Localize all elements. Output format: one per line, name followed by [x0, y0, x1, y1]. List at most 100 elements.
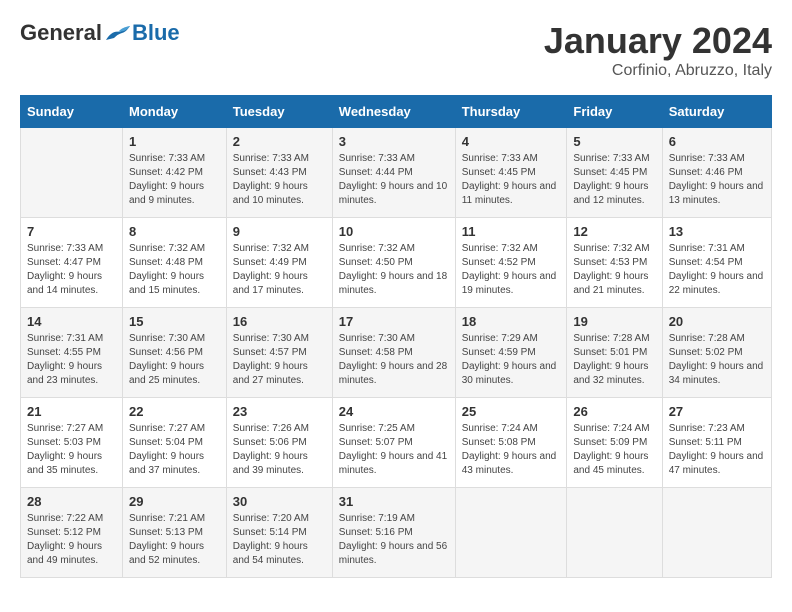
logo-bird-icon — [104, 22, 132, 44]
day-number: 29 — [129, 494, 220, 509]
title-block: January 2024 Corfinio, Abruzzo, Italy — [544, 20, 772, 80]
weekday-header-saturday: Saturday — [662, 96, 771, 128]
day-info: Sunrise: 7:20 AM Sunset: 5:14 PM Dayligh… — [233, 512, 326, 568]
day-info: Sunrise: 7:33 AM Sunset: 4:43 PM Dayligh… — [233, 152, 326, 208]
calendar-cell: 25 Sunrise: 7:24 AM Sunset: 5:08 PM Dayli… — [455, 398, 567, 488]
day-number: 30 — [233, 494, 326, 509]
calendar-week-row: 21 Sunrise: 7:27 AM Sunset: 5:03 PM Dayli… — [21, 398, 772, 488]
day-info: Sunrise: 7:33 AM Sunset: 4:44 PM Dayligh… — [339, 152, 449, 208]
day-info: Sunrise: 7:29 AM Sunset: 4:59 PM Dayligh… — [462, 332, 561, 388]
weekday-header-friday: Friday — [567, 96, 662, 128]
day-number: 21 — [27, 404, 116, 419]
calendar-cell: 17 Sunrise: 7:30 AM Sunset: 4:58 PM Dayli… — [332, 308, 455, 398]
logo: General Blue — [20, 20, 180, 46]
day-number: 27 — [669, 404, 765, 419]
day-info: Sunrise: 7:31 AM Sunset: 4:54 PM Dayligh… — [669, 242, 765, 298]
day-number: 18 — [462, 314, 561, 329]
day-info: Sunrise: 7:31 AM Sunset: 4:55 PM Dayligh… — [27, 332, 116, 388]
weekday-header-sunday: Sunday — [21, 96, 123, 128]
calendar-cell: 5Sunrise: 7:33 AM Sunset: 4:45 PM Daylig… — [567, 128, 662, 218]
calendar-cell: 21 Sunrise: 7:27 AM Sunset: 5:03 PM Dayli… — [21, 398, 123, 488]
calendar-cell: 1 Sunrise: 7:33 AM Sunset: 4:42 PM Daylig… — [122, 128, 226, 218]
day-number: 3 — [339, 134, 449, 149]
calendar-week-row: 14 Sunrise: 7:31 AM Sunset: 4:55 PM Dayli… — [21, 308, 772, 398]
calendar-cell: 27 Sunrise: 7:23 AM Sunset: 5:11 PM Dayli… — [662, 398, 771, 488]
calendar-week-row: 7Sunrise: 7:33 AM Sunset: 4:47 PM Daylig… — [21, 218, 772, 308]
calendar-cell: 19Sunrise: 7:28 AM Sunset: 5:01 PM Dayli… — [567, 308, 662, 398]
day-info: Sunrise: 7:24 AM Sunset: 5:08 PM Dayligh… — [462, 422, 561, 478]
day-number: 8 — [129, 224, 220, 239]
day-info: Sunrise: 7:32 AM Sunset: 4:49 PM Dayligh… — [233, 242, 326, 298]
calendar-cell: 10 Sunrise: 7:32 AM Sunset: 4:50 PM Dayli… — [332, 218, 455, 308]
day-info: Sunrise: 7:32 AM Sunset: 4:50 PM Dayligh… — [339, 242, 449, 298]
day-number: 11 — [462, 224, 561, 239]
calendar-cell: 15 Sunrise: 7:30 AM Sunset: 4:56 PM Dayli… — [122, 308, 226, 398]
day-number: 22 — [129, 404, 220, 419]
calendar-cell: 6 Sunrise: 7:33 AM Sunset: 4:46 PM Daylig… — [662, 128, 771, 218]
location-text: Corfinio, Abruzzo, Italy — [544, 62, 772, 80]
calendar-cell — [21, 128, 123, 218]
day-number: 25 — [462, 404, 561, 419]
calendar-cell: 22Sunrise: 7:27 AM Sunset: 5:04 PM Dayli… — [122, 398, 226, 488]
weekday-header-row: SundayMondayTuesdayWednesdayThursdayFrid… — [21, 96, 772, 128]
day-number: 24 — [339, 404, 449, 419]
day-number: 7 — [27, 224, 116, 239]
day-number: 31 — [339, 494, 449, 509]
calendar-cell: 31 Sunrise: 7:19 AM Sunset: 5:16 PM Dayli… — [332, 488, 455, 578]
page-header: General Blue January 2024 Corfinio, Abru… — [20, 20, 772, 80]
day-number: 10 — [339, 224, 449, 239]
calendar-cell: 14 Sunrise: 7:31 AM Sunset: 4:55 PM Dayli… — [21, 308, 123, 398]
day-info: Sunrise: 7:30 AM Sunset: 4:58 PM Dayligh… — [339, 332, 449, 388]
day-number: 5 — [573, 134, 655, 149]
calendar-cell — [455, 488, 567, 578]
calendar-cell: 13Sunrise: 7:31 AM Sunset: 4:54 PM Dayli… — [662, 218, 771, 308]
day-info: Sunrise: 7:19 AM Sunset: 5:16 PM Dayligh… — [339, 512, 449, 568]
day-number: 17 — [339, 314, 449, 329]
day-number: 23 — [233, 404, 326, 419]
day-info: Sunrise: 7:23 AM Sunset: 5:11 PM Dayligh… — [669, 422, 765, 478]
calendar-cell: 16Sunrise: 7:30 AM Sunset: 4:57 PM Dayli… — [226, 308, 332, 398]
day-number: 14 — [27, 314, 116, 329]
day-info: Sunrise: 7:24 AM Sunset: 5:09 PM Dayligh… — [573, 422, 655, 478]
day-info: Sunrise: 7:32 AM Sunset: 4:48 PM Dayligh… — [129, 242, 220, 298]
month-title: January 2024 — [544, 20, 772, 62]
day-number: 6 — [669, 134, 765, 149]
calendar-cell: 3 Sunrise: 7:33 AM Sunset: 4:44 PM Daylig… — [332, 128, 455, 218]
day-info: Sunrise: 7:27 AM Sunset: 5:03 PM Dayligh… — [27, 422, 116, 478]
day-info: Sunrise: 7:28 AM Sunset: 5:01 PM Dayligh… — [573, 332, 655, 388]
day-number: 4 — [462, 134, 561, 149]
day-info: Sunrise: 7:26 AM Sunset: 5:06 PM Dayligh… — [233, 422, 326, 478]
calendar-week-row: 28Sunrise: 7:22 AM Sunset: 5:12 PM Dayli… — [21, 488, 772, 578]
calendar-cell: 2 Sunrise: 7:33 AM Sunset: 4:43 PM Daylig… — [226, 128, 332, 218]
calendar-cell: 30 Sunrise: 7:20 AM Sunset: 5:14 PM Dayli… — [226, 488, 332, 578]
calendar-cell: 23 Sunrise: 7:26 AM Sunset: 5:06 PM Dayli… — [226, 398, 332, 488]
calendar-cell — [662, 488, 771, 578]
weekday-header-tuesday: Tuesday — [226, 96, 332, 128]
day-number: 1 — [129, 134, 220, 149]
day-info: Sunrise: 7:32 AM Sunset: 4:52 PM Dayligh… — [462, 242, 561, 298]
calendar-cell: 28Sunrise: 7:22 AM Sunset: 5:12 PM Dayli… — [21, 488, 123, 578]
calendar-cell: 7Sunrise: 7:33 AM Sunset: 4:47 PM Daylig… — [21, 218, 123, 308]
calendar-cell: 24Sunrise: 7:25 AM Sunset: 5:07 PM Dayli… — [332, 398, 455, 488]
day-info: Sunrise: 7:33 AM Sunset: 4:45 PM Dayligh… — [462, 152, 561, 208]
calendar-cell: 11 Sunrise: 7:32 AM Sunset: 4:52 PM Dayli… — [455, 218, 567, 308]
calendar-cell: 20Sunrise: 7:28 AM Sunset: 5:02 PM Dayli… — [662, 308, 771, 398]
calendar-table: SundayMondayTuesdayWednesdayThursdayFrid… — [20, 95, 772, 578]
day-info: Sunrise: 7:30 AM Sunset: 4:56 PM Dayligh… — [129, 332, 220, 388]
day-number: 2 — [233, 134, 326, 149]
day-number: 15 — [129, 314, 220, 329]
day-info: Sunrise: 7:33 AM Sunset: 4:42 PM Dayligh… — [129, 152, 220, 208]
weekday-header-thursday: Thursday — [455, 96, 567, 128]
day-number: 9 — [233, 224, 326, 239]
day-info: Sunrise: 7:21 AM Sunset: 5:13 PM Dayligh… — [129, 512, 220, 568]
day-info: Sunrise: 7:33 AM Sunset: 4:46 PM Dayligh… — [669, 152, 765, 208]
logo-blue-text: Blue — [132, 20, 180, 46]
calendar-cell: 12 Sunrise: 7:32 AM Sunset: 4:53 PM Dayli… — [567, 218, 662, 308]
calendar-cell: 9 Sunrise: 7:32 AM Sunset: 4:49 PM Daylig… — [226, 218, 332, 308]
day-number: 12 — [573, 224, 655, 239]
calendar-cell: 18 Sunrise: 7:29 AM Sunset: 4:59 PM Dayli… — [455, 308, 567, 398]
day-info: Sunrise: 7:32 AM Sunset: 4:53 PM Dayligh… — [573, 242, 655, 298]
day-info: Sunrise: 7:30 AM Sunset: 4:57 PM Dayligh… — [233, 332, 326, 388]
day-info: Sunrise: 7:22 AM Sunset: 5:12 PM Dayligh… — [27, 512, 116, 568]
weekday-header-monday: Monday — [122, 96, 226, 128]
